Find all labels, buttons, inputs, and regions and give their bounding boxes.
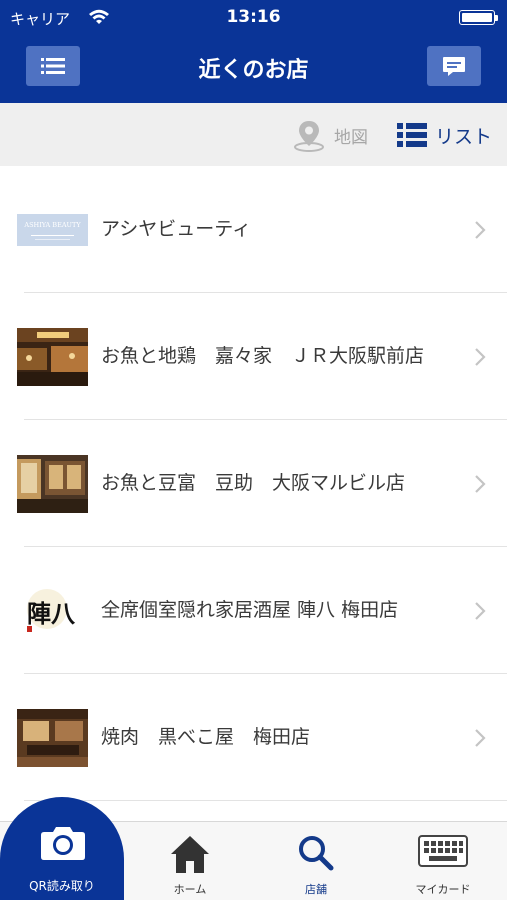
list-item[interactable]: 陣八 全席個室隠れ家居酒屋 陣八 梅田店 bbox=[17, 547, 507, 674]
shop-name: アシヤビューティ bbox=[101, 218, 252, 240]
chevron-right-icon bbox=[475, 348, 486, 366]
home-icon bbox=[171, 836, 209, 873]
list-item[interactable]: 焼肉 黒べこ屋 梅田店 bbox=[17, 674, 507, 801]
shop-thumbnail: 陣八 bbox=[17, 582, 88, 640]
tab-home[interactable]: ホーム bbox=[130, 821, 250, 900]
tab-shops-label: 店舗 bbox=[305, 883, 327, 896]
chevron-right-icon bbox=[475, 602, 486, 620]
keyboard-icon bbox=[418, 835, 468, 867]
shop-name: 全席個室隠れ家居酒屋 陣八 梅田店 bbox=[101, 599, 399, 621]
shop-name: お魚と豆富 豆助 大阪マルビル店 bbox=[101, 472, 406, 494]
map-pin-icon bbox=[294, 121, 324, 152]
header: キャリア 13:16 近くのお店 bbox=[0, 0, 507, 103]
status-time: 13:16 bbox=[226, 7, 281, 27]
list-icon bbox=[397, 123, 427, 147]
shop-name: お魚と地鶏 嘉々家 ＪＲ大阪駅前店 bbox=[101, 345, 425, 367]
view-toggle-bar: 地図 リスト bbox=[0, 103, 507, 166]
list-view-label: リスト bbox=[435, 125, 493, 148]
thumb-logo-text: ASHIYA BEAUTY bbox=[23, 221, 81, 229]
chevron-right-icon bbox=[475, 729, 486, 747]
tab-qr-label: QR読み取り bbox=[29, 879, 95, 893]
shop-thumbnail bbox=[17, 455, 88, 513]
tab-home-label: ホーム bbox=[173, 883, 207, 896]
shop-list: ASHIYA BEAUTY アシヤビューティ お魚と地鶏 嘉々家 ＪＲ大阪駅前店 bbox=[0, 166, 507, 801]
list-item[interactable]: ASHIYA BEAUTY アシヤビューティ bbox=[17, 166, 507, 293]
list-item[interactable]: お魚と豆富 豆助 大阪マルビル店 bbox=[17, 420, 507, 547]
map-view-toggle[interactable]: 地図 bbox=[292, 117, 368, 153]
tab-shops[interactable]: 店舗 bbox=[256, 821, 376, 900]
battery-icon bbox=[459, 10, 498, 25]
chevron-right-icon bbox=[475, 475, 486, 493]
shop-name: 焼肉 黒べこ屋 梅田店 bbox=[101, 726, 311, 748]
thumb-logo-text: 陣八 bbox=[27, 599, 76, 628]
map-view-label: 地図 bbox=[334, 127, 368, 148]
tab-mycard-label: マイカード bbox=[415, 883, 471, 896]
tab-mycard[interactable]: マイカード bbox=[383, 821, 503, 900]
search-icon bbox=[299, 836, 334, 871]
list-view-toggle[interactable]: リスト bbox=[397, 117, 492, 153]
message-icon bbox=[443, 57, 465, 76]
shop-thumbnail bbox=[17, 709, 88, 767]
status-bar: キャリア 13:16 bbox=[0, 0, 507, 34]
list-item[interactable]: お魚と地鶏 嘉々家 ＪＲ大阪駅前店 bbox=[17, 293, 507, 420]
message-button[interactable] bbox=[427, 46, 481, 86]
chevron-right-icon bbox=[475, 221, 486, 239]
tab-qr[interactable]: QR読み取り bbox=[0, 797, 124, 900]
shop-thumbnail: ASHIYA BEAUTY bbox=[17, 201, 88, 259]
camera-icon bbox=[41, 827, 85, 860]
shop-thumbnail bbox=[17, 328, 88, 386]
